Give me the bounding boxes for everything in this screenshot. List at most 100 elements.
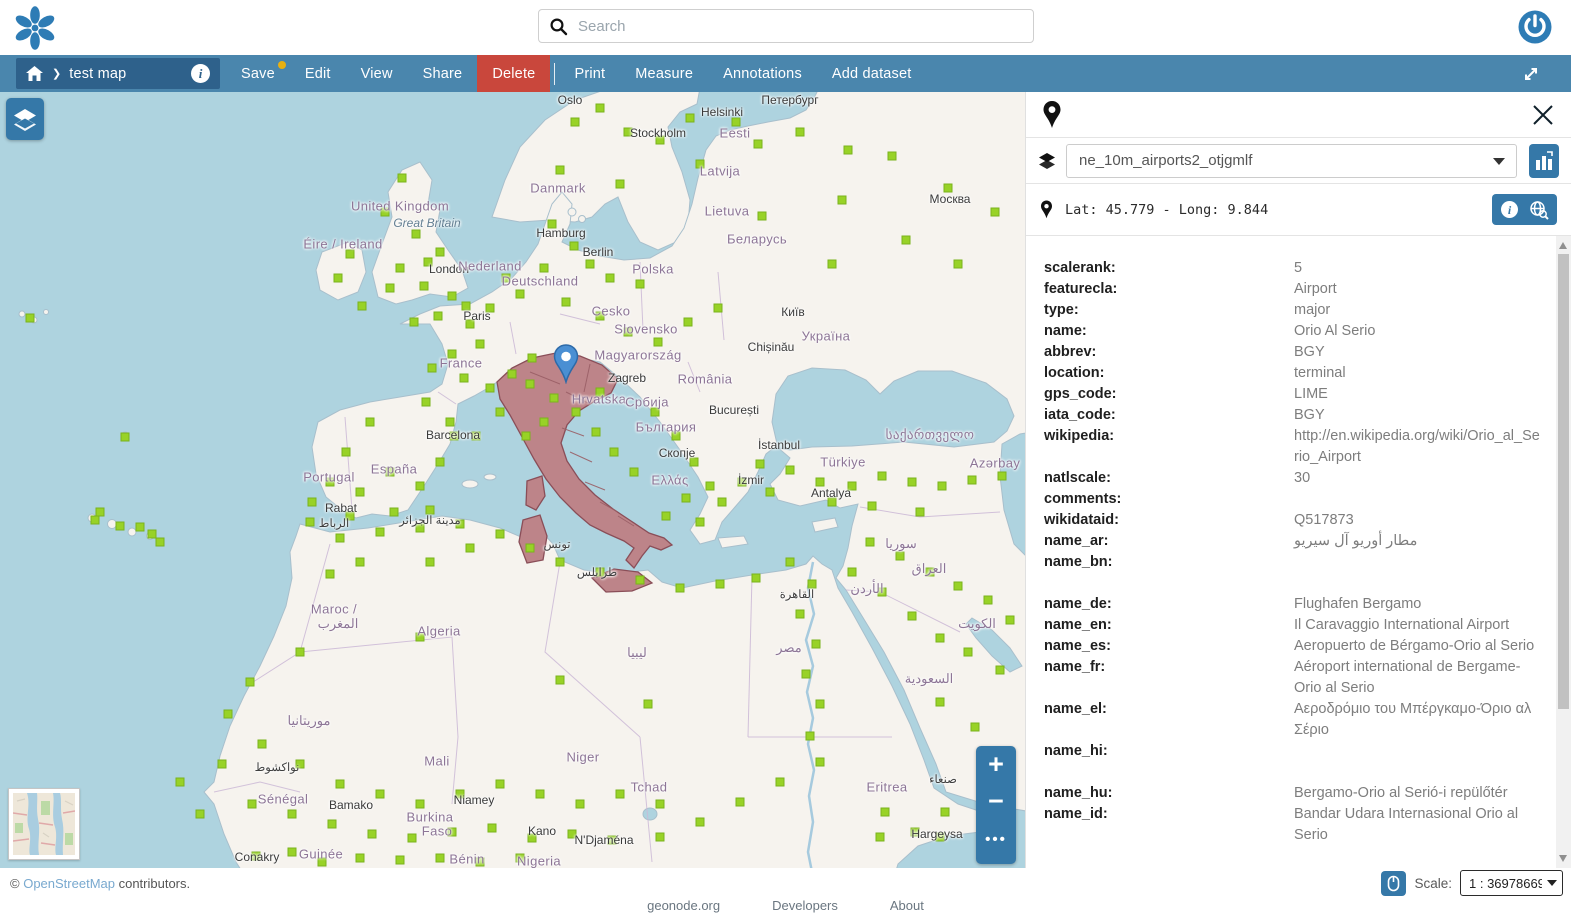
airport-marker[interactable] [327, 819, 337, 829]
map-canvas[interactable]: Oslo Stockholm Helsinki Петербург Москва Eest… [0, 92, 1025, 868]
airport-marker[interactable] [795, 609, 805, 619]
airport-marker[interactable] [407, 833, 417, 843]
airport-marker[interactable] [953, 581, 963, 591]
airport-marker[interactable] [935, 633, 945, 643]
airport-marker[interactable] [341, 447, 351, 457]
airport-marker[interactable] [681, 493, 691, 503]
airport-marker[interactable] [609, 447, 619, 457]
airport-marker[interactable] [423, 257, 433, 267]
airport-marker[interactable] [135, 522, 145, 532]
airport-marker[interactable] [395, 263, 405, 273]
airport-marker[interactable] [495, 779, 505, 789]
toolbar-item-measure[interactable]: Measure [620, 55, 708, 92]
airport-marker[interactable] [487, 823, 497, 833]
airport-marker[interactable] [287, 847, 297, 857]
attribute-value-link[interactable]: http://en.wikipedia.org/wiki/Orio_al_Ser… [1294, 426, 1548, 468]
airport-marker[interactable] [495, 407, 505, 417]
airport-marker[interactable] [671, 431, 681, 441]
airport-marker[interactable] [751, 573, 761, 583]
airport-marker[interactable] [591, 427, 601, 437]
airport-marker[interactable] [937, 481, 947, 491]
airport-marker[interactable] [713, 303, 723, 313]
airport-marker[interactable] [635, 575, 645, 585]
toolbar-item-add-dataset[interactable]: Add dataset [817, 55, 927, 92]
airport-marker[interactable] [875, 832, 885, 842]
airport-marker[interactable] [650, 407, 660, 417]
airport-marker[interactable] [355, 487, 365, 497]
airport-marker[interactable] [295, 647, 305, 657]
airport-marker[interactable] [447, 291, 457, 301]
airport-marker[interactable] [615, 789, 625, 799]
airport-marker[interactable] [815, 699, 825, 709]
airport-marker[interactable] [465, 319, 475, 329]
airport-marker[interactable] [411, 229, 421, 239]
airport-marker[interactable] [525, 379, 535, 389]
airport-marker[interactable] [717, 497, 727, 507]
airport-marker[interactable] [571, 407, 581, 417]
airport-marker[interactable] [569, 241, 579, 251]
airport-marker[interactable] [397, 173, 407, 183]
airport-marker[interactable] [575, 799, 585, 809]
toolbar-item-annotations[interactable]: Annotations [708, 55, 817, 92]
airport-marker[interactable] [615, 179, 625, 189]
layers-panel-button[interactable] [6, 98, 44, 140]
airport-marker[interactable] [915, 507, 925, 517]
airport-marker[interactable] [247, 799, 257, 809]
osm-link[interactable]: OpenStreetMap [23, 876, 115, 891]
info-icon[interactable]: i [191, 64, 210, 83]
airport-marker[interactable] [380, 207, 390, 217]
airport-marker[interactable] [623, 327, 633, 337]
selected-feature-pin-icon[interactable] [553, 344, 579, 384]
airport-marker[interactable] [753, 139, 763, 149]
airport-marker[interactable] [447, 349, 457, 359]
coordinate-search-icon[interactable] [1529, 200, 1549, 220]
toolbar-item-save[interactable]: Save [226, 55, 290, 92]
airport-marker[interactable] [365, 417, 375, 427]
airport-marker[interactable] [715, 579, 725, 589]
airport-marker[interactable] [435, 457, 445, 467]
scroll-thumb[interactable] [1558, 254, 1569, 710]
airport-marker[interactable] [415, 523, 425, 533]
toolbar-item-edit[interactable]: Edit [290, 55, 346, 92]
airport-marker[interactable] [345, 511, 355, 521]
airport-marker[interactable] [455, 519, 465, 529]
airport-marker[interactable] [25, 313, 35, 323]
airport-marker[interactable] [847, 567, 857, 577]
airport-marker[interactable] [653, 337, 663, 347]
airport-marker[interactable] [995, 665, 1005, 675]
airport-marker[interactable] [757, 211, 767, 221]
airport-marker[interactable] [661, 511, 671, 521]
airport-marker[interactable] [567, 829, 577, 839]
airport-marker[interactable] [675, 583, 685, 593]
airport-marker[interactable] [295, 759, 305, 769]
airport-marker[interactable] [257, 739, 267, 749]
airport-marker[interactable] [335, 779, 345, 789]
airport-marker[interactable] [521, 431, 531, 441]
airport-marker[interactable] [333, 273, 343, 283]
toolbar-item-share[interactable]: Share [408, 55, 478, 92]
airport-marker[interactable] [731, 117, 741, 127]
logout-power-button[interactable] [1517, 9, 1553, 45]
airport-marker[interactable] [415, 632, 425, 642]
airport-marker[interactable] [375, 527, 385, 537]
airport-marker[interactable] [147, 529, 157, 539]
airport-marker[interactable] [561, 297, 571, 307]
airport-marker[interactable] [801, 669, 811, 679]
airport-marker[interactable] [967, 475, 977, 485]
airport-marker[interactable] [895, 551, 905, 561]
airport-marker[interactable] [901, 235, 911, 245]
airport-marker[interactable] [465, 543, 475, 553]
airport-marker[interactable] [997, 471, 1007, 481]
airport-marker[interactable] [507, 369, 517, 379]
close-panel-button[interactable] [1531, 103, 1555, 127]
airport-marker[interactable] [735, 797, 745, 807]
airport-marker[interactable] [943, 183, 953, 193]
airport-marker[interactable] [695, 517, 705, 527]
airport-marker[interactable] [427, 363, 437, 373]
airport-marker[interactable] [970, 722, 980, 732]
airport-marker[interactable] [223, 709, 233, 719]
airport-marker[interactable] [595, 567, 605, 577]
airport-marker[interactable] [635, 279, 645, 289]
airport-marker[interactable] [595, 311, 605, 321]
airport-marker[interactable] [425, 557, 435, 567]
